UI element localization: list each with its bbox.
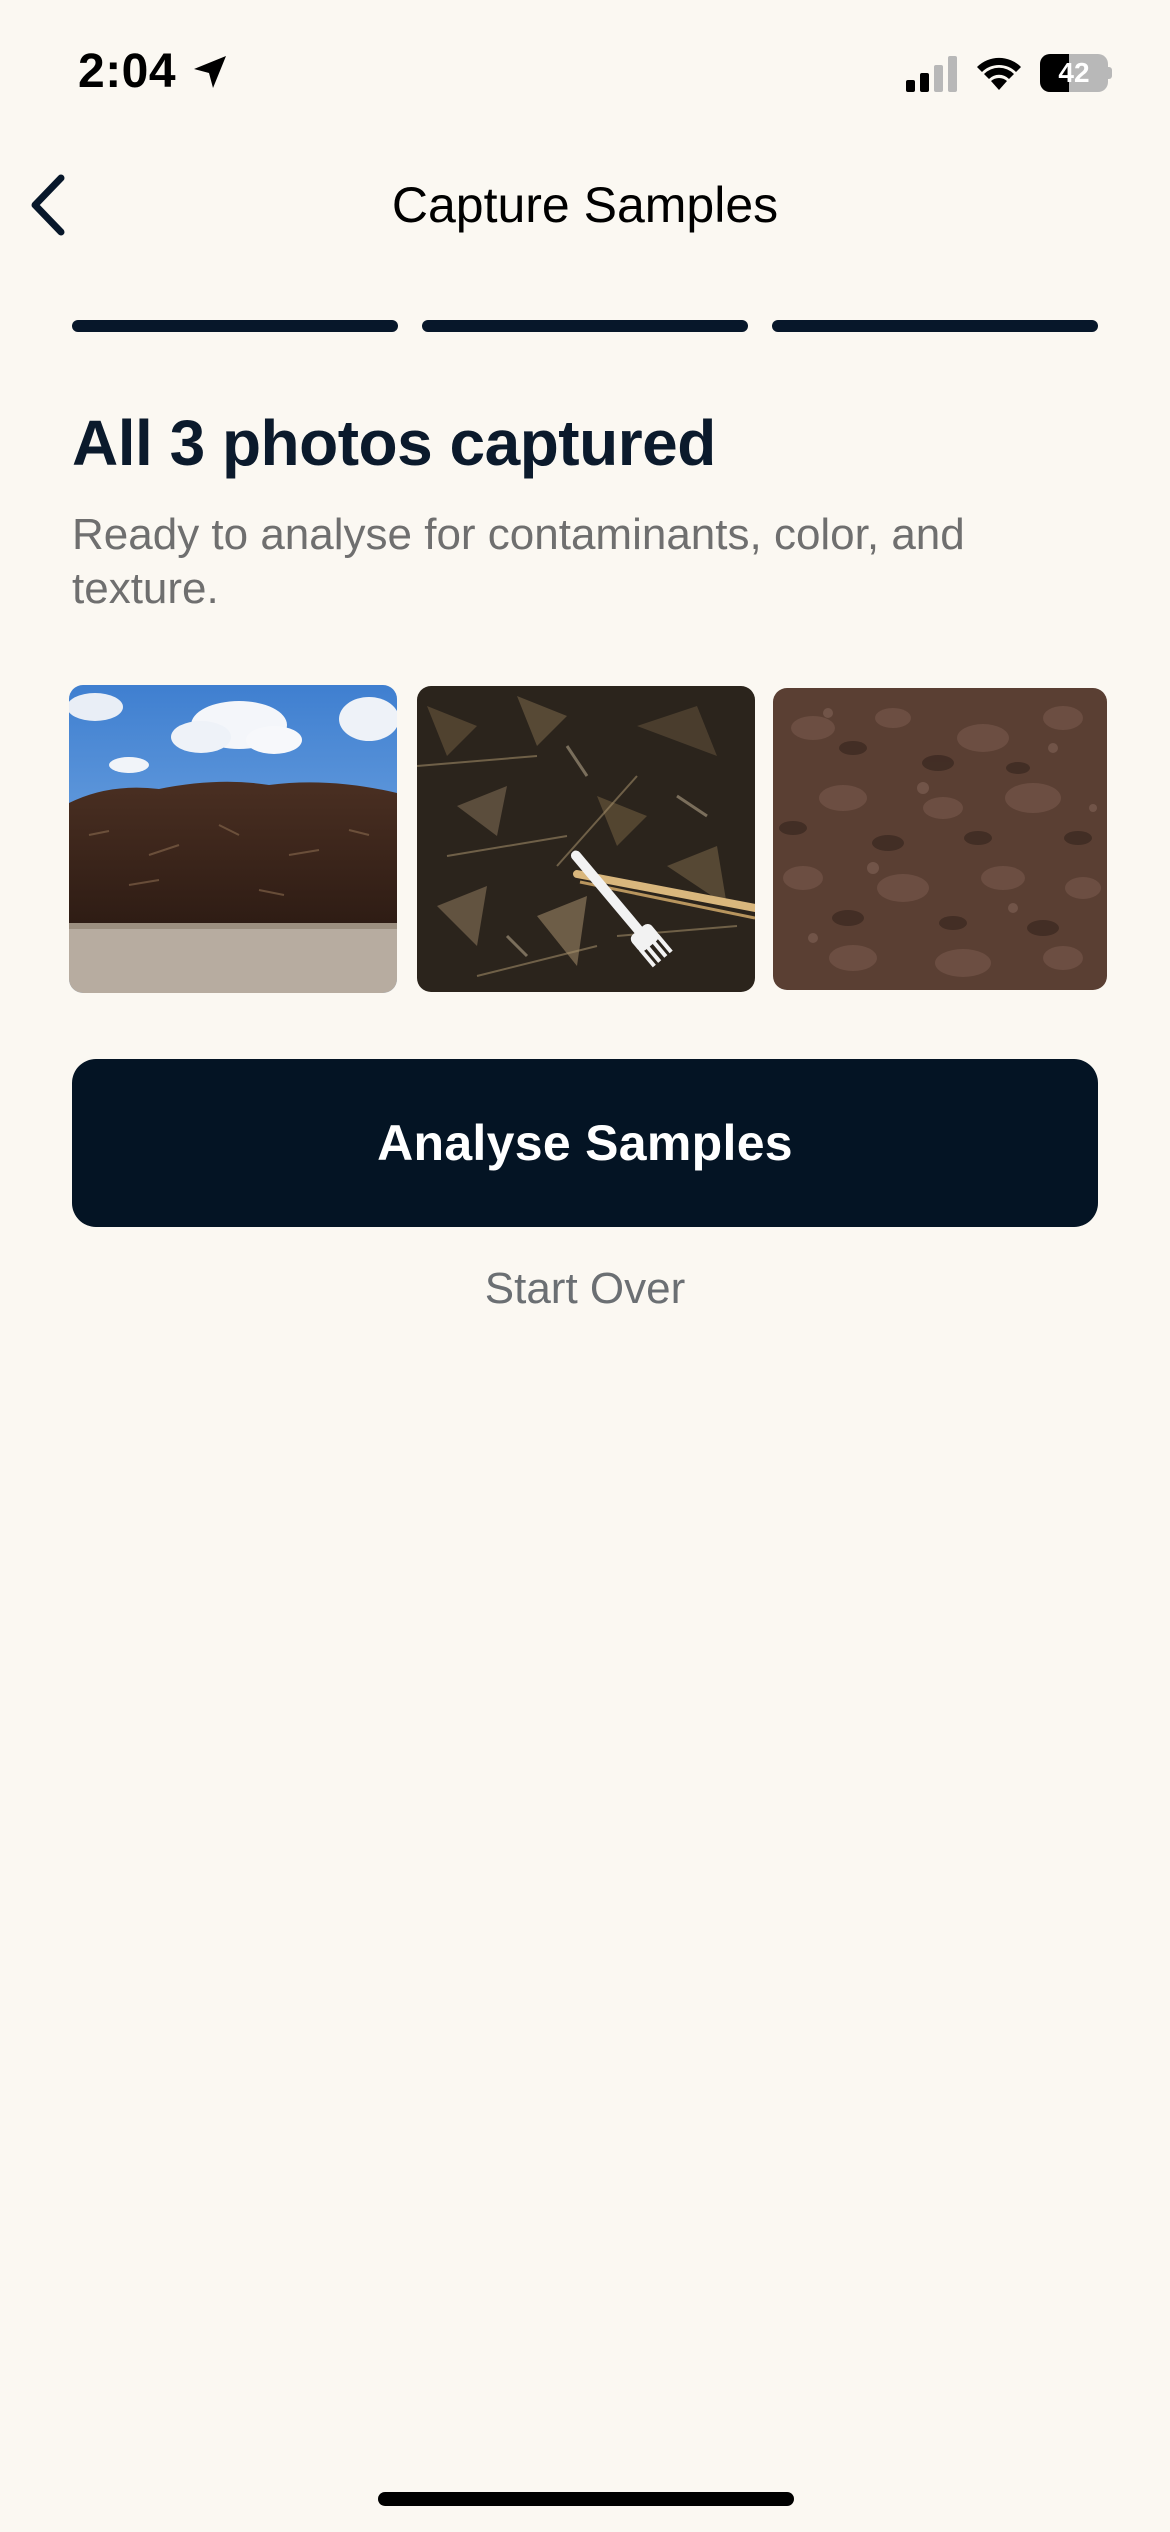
location-arrow-icon	[194, 56, 226, 88]
battery-body: 42	[1040, 54, 1108, 92]
status-time: 2:04	[78, 45, 177, 98]
progress-step-3	[772, 320, 1098, 332]
battery-cap	[1108, 67, 1112, 79]
step-progress	[72, 320, 1098, 332]
sample-photo-1[interactable]	[69, 685, 397, 993]
battery-icon: 42	[1040, 54, 1112, 92]
battery-level: 42	[1058, 57, 1090, 88]
status-bar: 2:04 42	[0, 0, 1170, 140]
page-title: Capture Samples	[391, 177, 779, 233]
progress-step-2	[422, 320, 748, 332]
sample-photo-3[interactable]	[773, 688, 1107, 990]
start-over-button[interactable]: Start Over	[0, 1264, 1170, 1314]
headline: All 3 photos captured	[72, 407, 716, 479]
compost-contaminants-image	[417, 686, 755, 992]
subtitle: Ready to analyse for contaminants, color…	[72, 510, 965, 613]
soil-texture-image	[773, 688, 1107, 990]
wifi-icon	[977, 57, 1021, 90]
sample-photo-2[interactable]	[417, 686, 755, 992]
cellular-signal-icon	[906, 56, 957, 92]
home-indicator	[378, 2492, 794, 2506]
compost-pile-image	[69, 685, 397, 993]
progress-step-1	[72, 320, 398, 332]
analyse-samples-button[interactable]: Analyse Samples	[72, 1059, 1098, 1227]
